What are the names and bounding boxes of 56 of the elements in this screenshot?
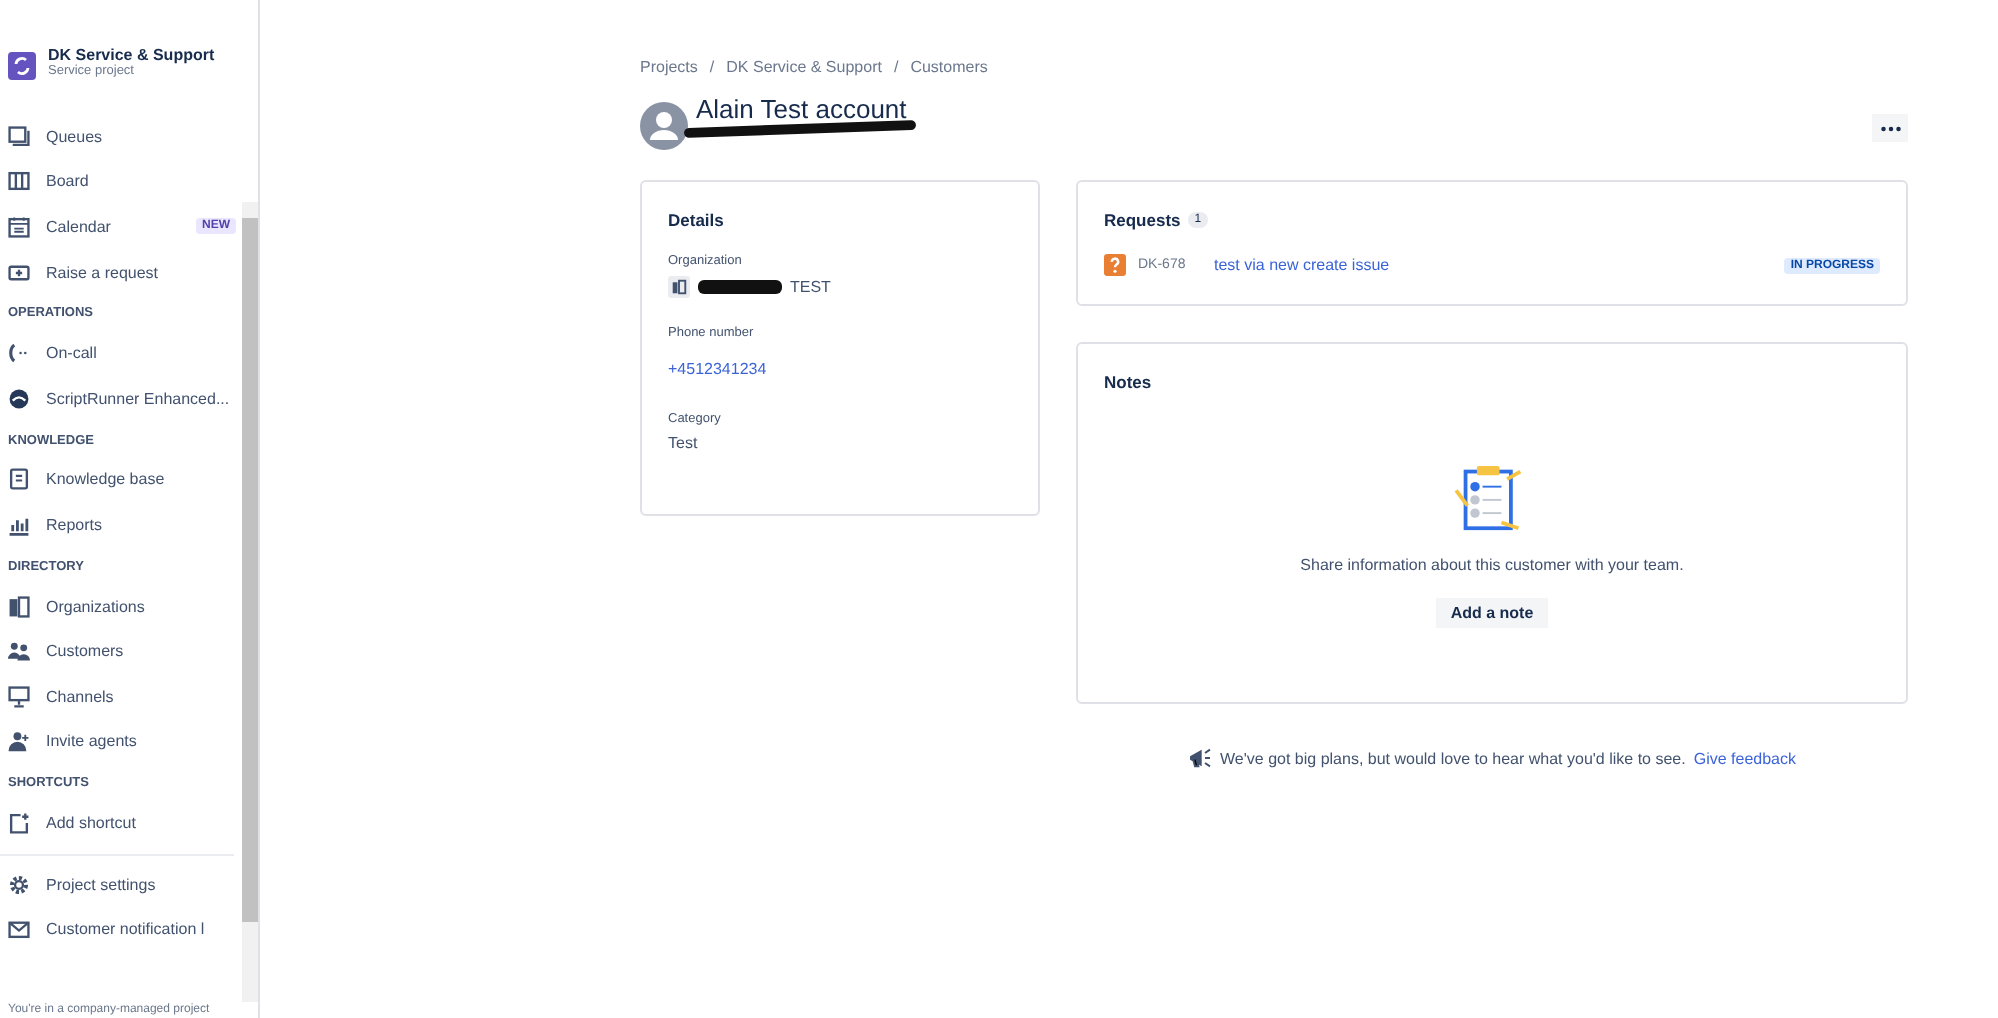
phone-icon [8, 342, 30, 365]
breadcrumb-link[interactable]: Customers [910, 58, 988, 76]
scrollbar[interactable] [242, 202, 258, 1002]
monitor-icon [8, 685, 30, 708]
project-name: DK Service & Support [48, 46, 215, 64]
sidebar-item[interactable]: Knowledge base [0, 457, 242, 503]
sidebar-item[interactable]: Customer notification l [0, 906, 242, 952]
sidebar-item[interactable]: Reports [0, 502, 242, 548]
people-icon [8, 640, 30, 663]
calendar-icon [8, 215, 30, 238]
sidebar-item[interactable]: Add shortcut [0, 800, 242, 846]
circle-logo-icon [8, 387, 30, 410]
redaction-mark [698, 280, 782, 294]
question-icon [1104, 254, 1126, 276]
sidebar-item[interactable]: Channels [0, 673, 242, 720]
envelope-icon [8, 918, 30, 941]
feedback-text: We've got big plans, but would love to hear what you'd like to see. [1220, 749, 1686, 767]
bar-chart-icon [8, 513, 30, 536]
field-value: Test [668, 434, 700, 452]
stacked-squares-icon [8, 125, 30, 148]
sidebar-item[interactable]: Organizations [0, 583, 242, 629]
sidebar-item[interactable]: Board [0, 159, 242, 205]
building-icon [668, 276, 690, 298]
sidebar-item[interactable]: ScriptRunner Enhanced... [0, 375, 242, 422]
sidebar-item[interactable]: Raise a request [0, 249, 242, 295]
columns-icon [8, 170, 30, 193]
megaphone-icon [1188, 748, 1213, 768]
card-title: Notes [1104, 372, 1154, 392]
settings-icon [8, 873, 30, 896]
add-note-button[interactable]: Add a note [1436, 598, 1548, 628]
plus-screen-icon [8, 261, 30, 284]
add-person-icon [8, 730, 30, 753]
project-logo-icon [8, 52, 36, 80]
sidebar-item[interactable]: On-call [0, 330, 242, 376]
add-shortcut-icon [8, 811, 30, 834]
sidebar-item[interactable]: Customers [0, 628, 242, 674]
breadcrumb-separator: / [893, 58, 899, 76]
breadcrumb-separator: / [709, 58, 715, 76]
more-icon [1879, 125, 1901, 131]
notes-empty-text: Share information about this customer with your team. [1298, 556, 1686, 574]
feedback-link[interactable]: Give feedback [1693, 749, 1796, 767]
more-button[interactable] [1872, 114, 1908, 142]
breadcrumb-link[interactable]: DK Service & Support [726, 58, 882, 76]
customer-name: Alain Test account [696, 94, 907, 124]
document-icon [8, 468, 30, 491]
breadcrumb-link[interactable]: Projects [640, 58, 698, 76]
sidebar-item[interactable]: Project settings [0, 861, 242, 907]
request-link[interactable]: test via new create issue [1214, 256, 1785, 274]
card-title: Details [668, 210, 726, 230]
building-icon [8, 595, 30, 618]
phone-link[interactable]: +4512341234 [668, 360, 767, 378]
sidebar-item[interactable]: Invite agents [0, 719, 242, 765]
card-title: Requests [1104, 210, 1181, 230]
avatar-icon [640, 102, 688, 150]
organization-value: TEST [790, 278, 831, 296]
sidebar-item[interactable]: Queues [0, 114, 242, 160]
